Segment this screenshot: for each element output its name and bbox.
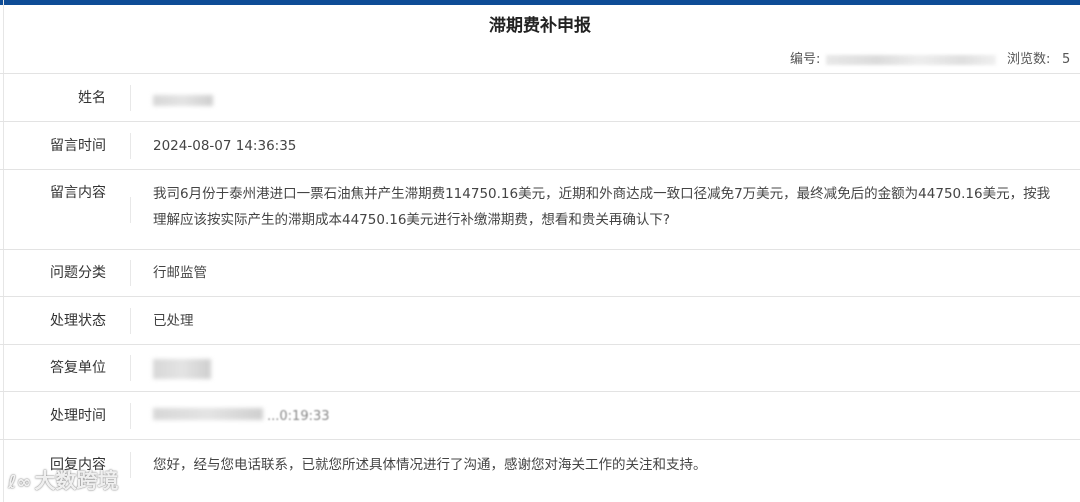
detail-form: 姓名 留言时间 2024-08-07 14:36:35 留言内容 我司6月份于泰…	[0, 73, 1080, 489]
field-value-redacted	[153, 359, 1062, 383]
field-value: 已处理	[153, 313, 194, 329]
field-value: 我司6月份于泰州港进口一票石油焦并产生滞期费114750.16美元，近期和外商达…	[153, 186, 1051, 228]
field-value-redacted: ...0:19:33	[153, 408, 1062, 424]
row-name: 姓名	[0, 73, 1080, 121]
divider	[130, 451, 131, 478]
views-count: 5	[1062, 52, 1071, 67]
row-category: 问题分类 行邮监管	[0, 249, 1080, 296]
field-label: 问题分类	[50, 265, 106, 281]
divider	[130, 132, 131, 159]
field-label: 处理状态	[50, 313, 106, 329]
field-label: 姓名	[78, 90, 106, 106]
logo-icon: ℓ∞	[8, 472, 32, 493]
field-label: 处理时间	[50, 408, 106, 424]
field-label: 留言内容	[50, 185, 106, 201]
row-process-time: 处理时间 ...0:19:33	[0, 391, 1080, 439]
divider	[130, 84, 131, 111]
row-status: 处理状态 已处理	[0, 296, 1080, 344]
row-message-content: 留言内容 我司6月份于泰州港进口一票石油焦并产生滞期费114750.16美元，近…	[0, 169, 1080, 249]
field-value: 您好，经与您电话联系，已就您所述具体情况进行了沟通，感谢您对海关工作的关注和支持…	[153, 457, 707, 473]
row-reply-content: 回复内容 您好，经与您电话联系，已就您所述具体情况进行了沟通，感谢您对海关工作的…	[0, 439, 1080, 489]
serial-number-redacted	[826, 55, 996, 65]
divider	[130, 196, 131, 223]
row-reply-unit: 答复单位	[0, 344, 1080, 391]
meta-bar: 编号: 浏览数: 5	[0, 48, 1080, 73]
field-value: 2024-08-07 14:36:35	[153, 138, 297, 154]
page-title: 滞期费补申报	[489, 16, 591, 36]
row-message-time: 留言时间 2024-08-07 14:36:35	[0, 121, 1080, 169]
views-label: 浏览数:	[1007, 52, 1051, 67]
divider	[130, 307, 131, 334]
field-label: 答复单位	[50, 360, 106, 376]
watermark-logo: ℓ∞ 大数跨境	[8, 469, 119, 493]
divider	[130, 260, 131, 286]
field-label: 留言时间	[50, 138, 106, 154]
divider	[130, 355, 131, 381]
field-value-redacted	[153, 94, 1062, 110]
field-value: 行邮监管	[153, 265, 207, 281]
serial-label: 编号:	[790, 52, 821, 67]
divider	[130, 402, 131, 429]
